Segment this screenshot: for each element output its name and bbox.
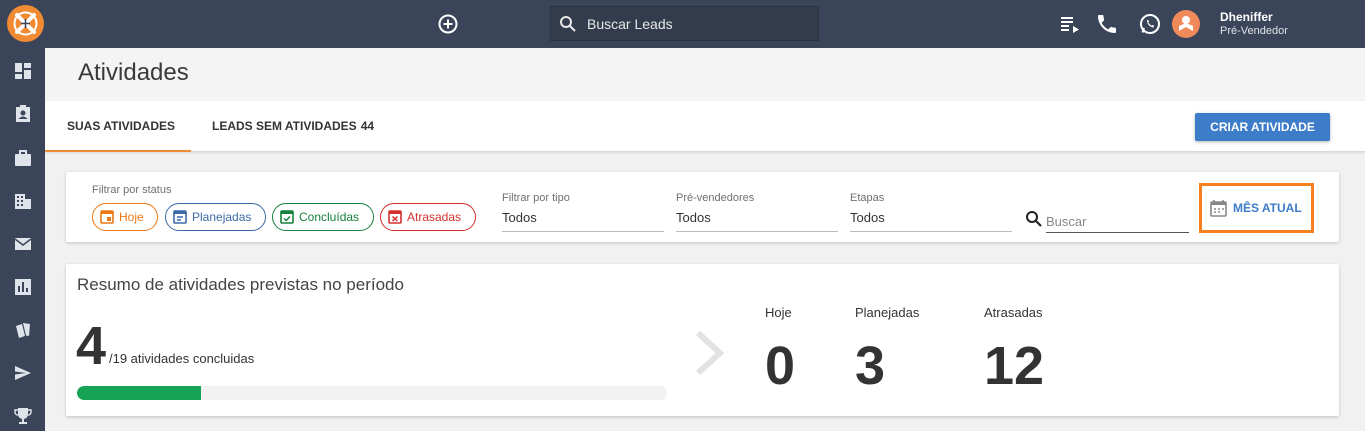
calendar-today-icon (100, 210, 114, 224)
activity-search-input[interactable] (1046, 211, 1189, 233)
top-bar: Dheniffer Pré-Vendedor (0, 0, 1365, 48)
whatsapp-icon[interactable] (1138, 12, 1162, 36)
calendar-check-icon (280, 210, 294, 224)
trophy-icon[interactable] (13, 406, 33, 426)
tabs-bar: SUAS ATIVIDADES LEADS SEM ATIVIDADES 44 C… (45, 101, 1365, 152)
status-chip-planejadas[interactable]: Planejadas (165, 203, 266, 231)
tab-suas-atividades[interactable]: SUAS ATIVIDADES (45, 101, 191, 152)
chip-label: Planejadas (192, 210, 252, 224)
send-icon[interactable] (13, 363, 33, 383)
status-chip-atrasadas[interactable]: Atrasadas (380, 203, 476, 231)
calendar-list-icon (173, 210, 187, 224)
tab-leads-sem-atividades[interactable]: LEADS SEM ATIVIDADES 44 (212, 101, 382, 152)
app-logo[interactable] (7, 5, 44, 42)
email-icon[interactable] (13, 234, 33, 254)
briefcase-icon[interactable] (13, 148, 33, 168)
cards-icon[interactable] (13, 320, 33, 340)
stat-label-atrasadas: Atrasadas (984, 305, 1043, 320)
presellers-filter-label: Pré-vendedores (676, 192, 755, 204)
type-filter-select[interactable]: Todos (502, 210, 664, 232)
search-icon (1026, 211, 1042, 227)
chevron-right-icon (695, 330, 724, 376)
summary-title: Resumo de atividades previstas no períod… (77, 275, 404, 294)
tab-label: SUAS ATIVIDADES (67, 119, 176, 133)
current-month-label: MÊS ATUAL (1233, 201, 1302, 215)
stat-value-planejadas: 3 (855, 336, 886, 396)
lead-search-input[interactable] (587, 13, 807, 35)
status-chip-hoje[interactable]: Hoje (92, 203, 158, 231)
building-icon[interactable] (13, 191, 33, 211)
calendar-x-icon (388, 210, 402, 224)
avatar[interactable] (1172, 10, 1200, 38)
status-chip-concluidas[interactable]: Concluídas (272, 203, 374, 231)
add-circle-icon[interactable] (437, 13, 459, 35)
completed-count: 4 (76, 316, 107, 376)
sidebar (0, 48, 45, 431)
progress-bar (77, 386, 667, 400)
chip-label: Hoje (119, 210, 144, 224)
user-role: Pré-Vendedor (1220, 25, 1288, 37)
tab-count: 44 (360, 119, 375, 133)
page-header: Atividades (45, 48, 1365, 101)
stages-filter-select[interactable]: Todos (850, 210, 1012, 232)
completed-total-text: /19 atividades concluidas (109, 351, 255, 366)
chip-label: Atrasadas (407, 210, 462, 224)
contact-card-icon[interactable] (13, 104, 33, 124)
user-avatar-icon (1179, 16, 1193, 31)
current-month-button[interactable]: MÊS ATUAL (1199, 183, 1314, 233)
tab-label: LEADS SEM ATIVIDADES (212, 119, 357, 133)
status-filter-label: Filtrar por status (92, 184, 172, 196)
stages-filter-label: Etapas (850, 192, 885, 204)
stat-label-planejadas: Planejadas (855, 305, 920, 320)
progress-fill (77, 386, 201, 400)
reports-icon[interactable] (13, 277, 33, 297)
chip-label: Concluídas (299, 210, 360, 224)
summary-card: Resumo de atividades previstas no períod… (66, 264, 1339, 416)
stat-value-hoje: 0 (765, 336, 796, 396)
stat-value-atrasadas: 12 (984, 336, 1045, 396)
search-icon (560, 16, 576, 32)
stat-label-hoje: Hoje (765, 305, 792, 320)
page-title: Atividades (78, 59, 189, 86)
calendar-icon (1210, 200, 1227, 217)
lead-search (550, 6, 819, 41)
filter-card: Filtrar por status Hoje Planejadas Concl… (66, 172, 1339, 242)
playlist-icon[interactable] (1058, 12, 1082, 36)
create-activity-button[interactable]: CRIAR ATIVIDADE (1195, 113, 1330, 141)
dashboard-icon[interactable] (13, 61, 33, 81)
logo-icon (13, 11, 38, 36)
phone-icon[interactable] (1095, 12, 1119, 36)
presellers-filter-select[interactable]: Todos (676, 210, 838, 232)
type-filter-label: Filtrar por tipo (502, 192, 570, 204)
user-name[interactable]: Dheniffer (1220, 10, 1273, 24)
